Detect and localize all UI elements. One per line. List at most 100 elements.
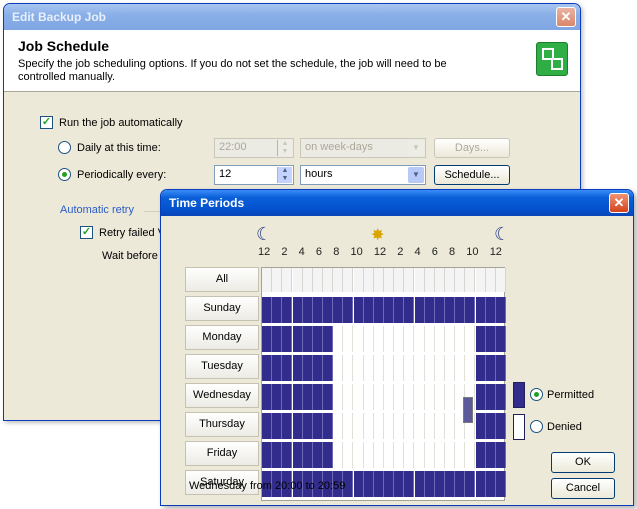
day-header-friday[interactable]: Friday xyxy=(185,441,259,466)
run-auto-row[interactable]: ✓ Run the job automatically xyxy=(40,116,183,129)
grid-cell-monday-19[interactable] xyxy=(455,326,466,352)
grid-cell-tuesday-14[interactable] xyxy=(404,355,415,381)
grid-cell-monday-2[interactable] xyxy=(282,326,293,352)
day-header-all[interactable]: All xyxy=(185,267,259,292)
grid-cell-thursday-12[interactable] xyxy=(384,413,395,439)
days-button[interactable]: Days... xyxy=(434,138,510,158)
grid-cell-saturday-18[interactable] xyxy=(445,471,456,497)
grid-cell-sunday-10[interactable] xyxy=(363,297,374,323)
grid-cell-sunday-1[interactable] xyxy=(272,297,283,323)
close-button[interactable]: ✕ xyxy=(609,193,629,213)
grid-cell-tuesday-1[interactable] xyxy=(272,355,283,381)
grid-cell-wednesday-1[interactable] xyxy=(272,384,283,410)
grid-cell-all-16[interactable] xyxy=(424,268,435,292)
grid-cell-thursday-8[interactable] xyxy=(343,413,354,439)
grid-cell-all-5[interactable] xyxy=(312,268,323,292)
grid-cell-saturday-11[interactable] xyxy=(373,471,384,497)
grid-cell-saturday-10[interactable] xyxy=(363,471,374,497)
grid-cell-all-13[interactable] xyxy=(394,268,405,292)
grid-cell-sunday-2[interactable] xyxy=(282,297,293,323)
grid-cell-monday-4[interactable] xyxy=(302,326,313,352)
grid-cell-monday-1[interactable] xyxy=(272,326,283,352)
grid-cell-tuesday-22[interactable] xyxy=(485,355,496,381)
grid-cell-monday-13[interactable] xyxy=(394,326,405,352)
grid-cell-wednesday-3[interactable] xyxy=(292,384,303,410)
grid-cell-sunday-20[interactable] xyxy=(465,297,476,323)
grid-cell-monday-0[interactable] xyxy=(262,326,273,352)
day-header-thursday[interactable]: Thursday xyxy=(185,412,259,437)
grid-cell-all-8[interactable] xyxy=(343,268,354,292)
grid-cell-monday-17[interactable] xyxy=(434,326,445,352)
time-periods-titlebar[interactable]: Time Periods ✕ xyxy=(161,190,633,216)
grid-cell-friday-18[interactable] xyxy=(445,442,456,468)
grid-cell-sunday-7[interactable] xyxy=(333,297,344,323)
grid-cell-thursday-2[interactable] xyxy=(282,413,293,439)
grid-cell-thursday-17[interactable] xyxy=(434,413,445,439)
grid-cell-monday-15[interactable] xyxy=(414,326,425,352)
grid-cell-friday-20[interactable] xyxy=(465,442,476,468)
grid-cell-tuesday-10[interactable] xyxy=(363,355,374,381)
grid-cell-sunday-5[interactable] xyxy=(312,297,323,323)
grid-cell-sunday-16[interactable] xyxy=(424,297,435,323)
grid-cell-friday-7[interactable] xyxy=(333,442,344,468)
grid-cell-friday-5[interactable] xyxy=(312,442,323,468)
grid-cell-thursday-11[interactable] xyxy=(373,413,384,439)
grid-cell-all-9[interactable] xyxy=(353,268,364,292)
grid-cell-friday-23[interactable] xyxy=(495,442,506,468)
grid-cell-saturday-9[interactable] xyxy=(353,471,364,497)
grid-cell-friday-21[interactable] xyxy=(475,442,486,468)
grid-cell-monday-21[interactable] xyxy=(475,326,486,352)
grid-cell-sunday-12[interactable] xyxy=(384,297,395,323)
grid-cell-all-21[interactable] xyxy=(475,268,486,292)
grid-cell-sunday-0[interactable] xyxy=(262,297,273,323)
grid-cell-thursday-1[interactable] xyxy=(272,413,283,439)
grid-cell-friday-0[interactable] xyxy=(262,442,273,468)
grid-cell-monday-20[interactable] xyxy=(465,326,476,352)
grid-cell-all-23[interactable] xyxy=(495,268,506,292)
grid-cell-sunday-13[interactable] xyxy=(394,297,405,323)
grid-cell-wednesday-21[interactable] xyxy=(475,384,486,410)
grid-cell-all-18[interactable] xyxy=(445,268,456,292)
grid-cell-all-6[interactable] xyxy=(323,268,334,292)
grid-cell-thursday-14[interactable] xyxy=(404,413,415,439)
grid-cell-friday-2[interactable] xyxy=(282,442,293,468)
grid-cell-saturday-13[interactable] xyxy=(394,471,405,497)
grid-cell-friday-19[interactable] xyxy=(455,442,466,468)
close-button[interactable]: ✕ xyxy=(556,7,576,27)
edit-backup-job-titlebar[interactable]: Edit Backup Job ✕ xyxy=(4,4,580,30)
permitted-option[interactable]: Permitted xyxy=(530,388,594,401)
grid-cell-all-14[interactable] xyxy=(404,268,415,292)
grid-cell-wednesday-9[interactable] xyxy=(353,384,364,410)
grid-cell-tuesday-3[interactable] xyxy=(292,355,303,381)
grid-cell-monday-12[interactable] xyxy=(384,326,395,352)
denied-option[interactable]: Denied xyxy=(530,420,582,433)
grid-cell-thursday-4[interactable] xyxy=(302,413,313,439)
grid-cell-all-1[interactable] xyxy=(272,268,283,292)
grid-cell-tuesday-4[interactable] xyxy=(302,355,313,381)
permitted-radio[interactable] xyxy=(530,388,543,401)
time-grid[interactable] xyxy=(261,267,506,501)
grid-cell-tuesday-9[interactable] xyxy=(353,355,364,381)
grid-cell-thursday-13[interactable] xyxy=(394,413,405,439)
grid-cell-friday-12[interactable] xyxy=(384,442,395,468)
grid-cell-all-10[interactable] xyxy=(363,268,374,292)
grid-cell-wednesday-17[interactable] xyxy=(434,384,445,410)
grid-cell-friday-1[interactable] xyxy=(272,442,283,468)
grid-cell-monday-11[interactable] xyxy=(373,326,384,352)
grid-cell-tuesday-8[interactable] xyxy=(343,355,354,381)
grid-cell-all-3[interactable] xyxy=(292,268,303,292)
grid-cell-monday-14[interactable] xyxy=(404,326,415,352)
grid-cell-thursday-23[interactable] xyxy=(495,413,506,439)
grid-cell-sunday-3[interactable] xyxy=(292,297,303,323)
periodic-radio[interactable] xyxy=(58,168,71,181)
grid-cell-sunday-22[interactable] xyxy=(485,297,496,323)
grid-cell-tuesday-7[interactable] xyxy=(333,355,344,381)
chevron-down-icon[interactable]: ▼ xyxy=(408,167,424,183)
grid-cell-tuesday-16[interactable] xyxy=(424,355,435,381)
grid-cell-monday-23[interactable] xyxy=(495,326,506,352)
grid-cell-sunday-15[interactable] xyxy=(414,297,425,323)
grid-cell-monday-10[interactable] xyxy=(363,326,374,352)
grid-cell-tuesday-11[interactable] xyxy=(373,355,384,381)
grid-cell-tuesday-2[interactable] xyxy=(282,355,293,381)
grid-cell-tuesday-18[interactable] xyxy=(445,355,456,381)
